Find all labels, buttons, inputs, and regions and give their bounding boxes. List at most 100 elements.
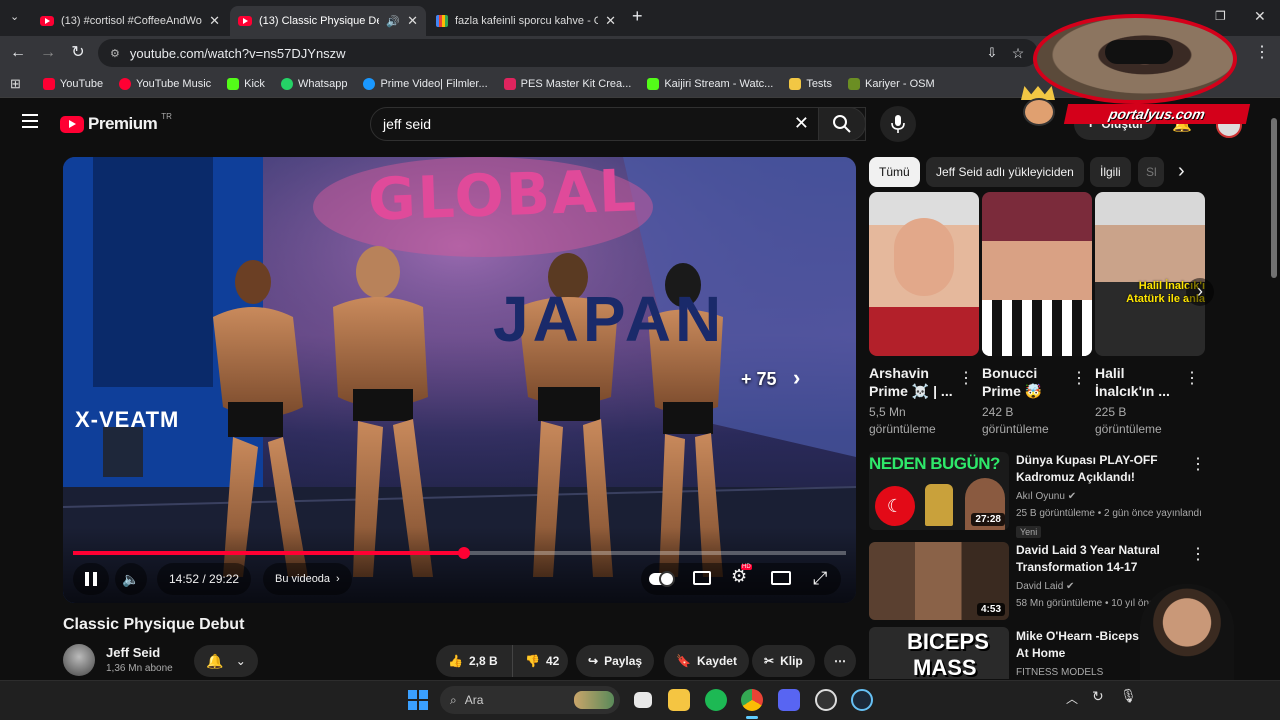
- apps-grid-icon[interactable]: ⊞: [10, 76, 21, 92]
- rec-thumbnail-1[interactable]: NEDEN BUGÜN? ☾ 27:28: [869, 452, 1009, 530]
- site-info-icon[interactable]: ⚙: [110, 47, 120, 60]
- subtitles-icon[interactable]: [693, 571, 711, 585]
- short-info-2[interactable]: Bonucci Prime 🤯 242 B görüntüleme: [982, 364, 1078, 438]
- more-chapters-count: + 75: [741, 369, 777, 389]
- fullscreen-icon[interactable]: ⤢: [813, 568, 827, 589]
- subscribed-bell-button[interactable]: 🔔 ⌄: [194, 645, 258, 677]
- bookmark-star-icon[interactable]: ☆: [1008, 44, 1028, 64]
- save-button[interactable]: 🔖 Kaydet: [664, 645, 749, 677]
- short-card-1[interactable]: [869, 192, 979, 356]
- short-info-3[interactable]: Halil İnalcık'ın ... 225 B görüntüleme: [1095, 364, 1191, 438]
- hamburger-menu-icon[interactable]: [22, 114, 38, 128]
- bookmark-youtube[interactable]: YouTube: [42, 77, 103, 90]
- in-this-video-button[interactable]: Bu videoda ›: [263, 563, 352, 595]
- chip-label: Jeff Seid adlı yükleyiciden: [936, 165, 1074, 179]
- rec-menu-icon[interactable]: ⋮: [1190, 454, 1206, 474]
- bookmark-whatsapp[interactable]: Whatsapp: [280, 77, 348, 90]
- short-menu-icon[interactable]: ⋮: [1071, 368, 1087, 388]
- taskbar-search-box[interactable]: ⌕ Ara: [440, 686, 620, 714]
- chip-partial[interactable]: Sl: [1138, 157, 1164, 187]
- rec-thumbnail-2[interactable]: 4:53: [869, 542, 1009, 620]
- rec-meta: 25 B görüntüleme • 2 gün önce yayınlandı: [1016, 508, 1202, 519]
- file-explorer-icon[interactable]: [668, 689, 690, 711]
- window-maximize-icon[interactable]: ❐: [1215, 9, 1226, 23]
- back-arrow-icon[interactable]: ←: [8, 44, 28, 64]
- steam-icon[interactable]: [851, 689, 873, 711]
- short-card-3[interactable]: Halil İnalcık'ı Atatürk ile anla: [1095, 192, 1205, 356]
- tab-classic-physique[interactable]: (13) Classic Physique Debut 🔊 ✕: [230, 6, 426, 36]
- rec-thumbnail-3[interactable]: BICEPS MASS: [869, 627, 1009, 679]
- chips-next-chevron-icon[interactable]: ›: [1178, 160, 1185, 183]
- next-chevron-icon[interactable]: ›: [793, 365, 800, 391]
- start-windows-icon[interactable]: [408, 690, 428, 710]
- reload-icon[interactable]: ↻: [68, 44, 88, 64]
- close-icon[interactable]: ✕: [407, 13, 418, 29]
- rec-info-1[interactable]: Dünya Kupası PLAY-OFF Kadromuz Açıklandı…: [1016, 452, 1202, 540]
- short-info-1[interactable]: Arshavin Prime ☠️ | ... 5,5 Mn görüntüle…: [869, 364, 965, 438]
- channel-name[interactable]: Jeff Seid: [106, 645, 160, 660]
- tab-list-chevron-icon[interactable]: ⌄: [10, 10, 19, 23]
- chip-from-uploader[interactable]: Jeff Seid adlı yükleyiciden: [926, 157, 1084, 187]
- chip-related[interactable]: İlgili: [1090, 157, 1131, 187]
- bookmark-youtube-music[interactable]: YouTube Music: [119, 77, 211, 90]
- speaker-icon[interactable]: 🔊: [386, 15, 400, 28]
- share-button[interactable]: ↪ Paylaş: [576, 645, 655, 677]
- channel-avatar[interactable]: [63, 644, 95, 676]
- volume-button[interactable]: 🔈: [115, 563, 147, 595]
- new-tab-plus-icon[interactable]: +: [632, 6, 643, 27]
- short-menu-icon[interactable]: ⋮: [958, 368, 974, 388]
- window-close-icon[interactable]: ✕: [1254, 8, 1266, 25]
- chrome-icon[interactable]: [741, 689, 763, 711]
- shorts-next-button[interactable]: ›: [1186, 278, 1214, 306]
- bookmark-label: Whatsapp: [297, 77, 348, 90]
- bookmark-prime-video[interactable]: Prime Video| Filmler...: [363, 77, 488, 90]
- miniplayer-icon[interactable]: [771, 571, 791, 585]
- clip-button[interactable]: ✂ Klip: [752, 645, 815, 677]
- close-icon[interactable]: ✕: [209, 13, 220, 29]
- scrollbar-thumb[interactable]: [1271, 118, 1277, 278]
- progress-track[interactable]: [73, 547, 846, 559]
- thumb-headline: MASS: [913, 655, 977, 679]
- search-button[interactable]: [818, 107, 866, 141]
- rec-menu-icon[interactable]: ⋮: [1190, 544, 1206, 564]
- youtube-logo[interactable]: Premium TR: [60, 112, 172, 134]
- clear-search-icon[interactable]: ✕: [794, 113, 809, 134]
- short-menu-icon[interactable]: ⋮: [1184, 368, 1200, 388]
- voice-search-button[interactable]: [880, 106, 916, 142]
- omnibox[interactable]: ⚙ youtube.com/watch?v=ns57DJYnszw: [98, 39, 1038, 67]
- dislike-button[interactable]: 👎 42: [512, 645, 568, 677]
- bookmark-tests[interactable]: Tests: [789, 77, 832, 90]
- short-views: görüntüleme: [1095, 422, 1162, 436]
- tray-microphone-icon[interactable]: 🎙: [1120, 688, 1137, 704]
- like-button[interactable]: 👍 2,8 B: [436, 645, 512, 677]
- install-app-icon[interactable]: ⇩: [982, 44, 1002, 64]
- settings-gear-icon[interactable]: ⚙ HD: [731, 564, 752, 587]
- search-input[interactable]: jeff seid ✕: [370, 107, 866, 141]
- bookmark-kick[interactable]: Kick: [227, 77, 265, 90]
- chip-all[interactable]: Tümü: [869, 157, 920, 187]
- autoplay-toggle[interactable]: [649, 571, 675, 587]
- video-player[interactable]: GLOBAL JAPAN X-VEATM + 75 › 🔈 14:52 / 29…: [63, 157, 856, 603]
- menu-dots-icon[interactable]: ⋮: [1252, 44, 1272, 64]
- tray-sync-icon[interactable]: ↻: [1092, 688, 1104, 705]
- duration-badge: 4:53: [976, 603, 1005, 616]
- clip-label: Klip: [780, 654, 803, 668]
- pause-button[interactable]: [73, 563, 109, 595]
- tray-chevron-icon[interactable]: ︿: [1066, 690, 1078, 707]
- short-card-2[interactable]: [982, 192, 1092, 356]
- task-view-icon[interactable]: [634, 692, 652, 708]
- tab-google-search[interactable]: fazla kafeinli sporcu kahve - Go ✕: [428, 6, 624, 36]
- obs-icon[interactable]: [815, 689, 837, 711]
- discord-icon[interactable]: [778, 689, 800, 711]
- forward-arrow-icon[interactable]: →: [38, 44, 58, 64]
- page-scrollbar[interactable]: [1268, 100, 1280, 680]
- close-icon[interactable]: ✕: [605, 13, 616, 29]
- bookmark-pes-master[interactable]: PES Master Kit Crea...: [503, 77, 631, 90]
- more-actions-button[interactable]: ⋯: [824, 645, 856, 677]
- bookmark-kariyer[interactable]: Kariyer - OSM: [848, 77, 935, 90]
- taskbar-search-label: Ara: [464, 693, 484, 707]
- tab-cortisol[interactable]: (13) #cortisol #CoffeeAndWork ✕: [32, 6, 228, 36]
- save-label: Kaydet: [696, 654, 737, 668]
- spotify-icon[interactable]: [705, 689, 727, 711]
- bookmark-kaijiri[interactable]: Kaijiri Stream - Watc...: [647, 77, 773, 90]
